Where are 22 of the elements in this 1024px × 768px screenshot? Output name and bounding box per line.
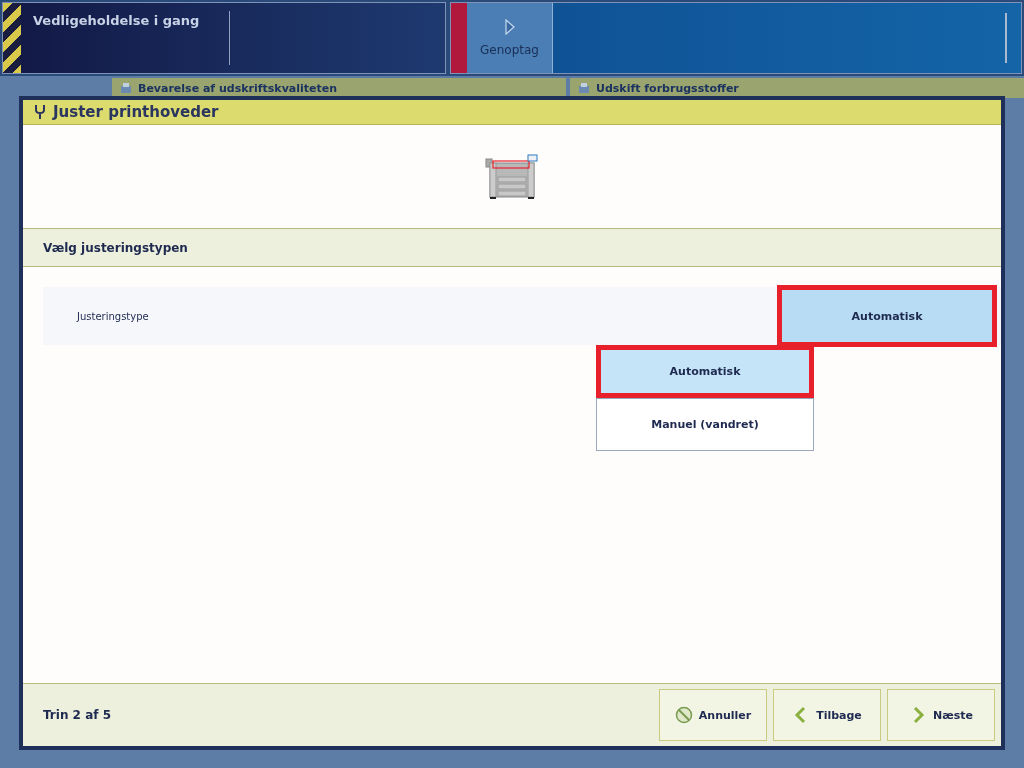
dropdown-option[interactable]: Manuel (vandret) <box>596 398 814 451</box>
back-button[interactable]: Tilbage <box>773 689 881 741</box>
printer-icon <box>578 82 590 94</box>
section-title: Vælg justeringstypen <box>43 240 188 255</box>
tab-label: Udskift forbrugsstoffer <box>596 81 739 95</box>
printer-icon <box>484 152 540 201</box>
status-title: Vedligeholdelse i gang <box>21 11 230 65</box>
setting-label: Justeringstype <box>75 310 149 322</box>
play-icon <box>504 19 515 35</box>
printer-icon <box>120 82 132 94</box>
status-indicator <box>451 3 467 73</box>
warning-stripe <box>3 3 21 73</box>
cancel-icon <box>674 706 693 724</box>
cancel-button[interactable]: Annuller <box>659 689 767 741</box>
next-button[interactable]: Næste <box>887 689 995 741</box>
tab-label: Bevarelse af udskriftskvaliteten <box>138 81 338 95</box>
dropdown-button[interactable]: Automatisk <box>777 285 997 347</box>
step-indicator: Trin 2 af 5 <box>43 708 112 722</box>
background-tab[interactable]: Bevarelse af udskriftskvaliteten <box>112 78 566 98</box>
dialog-title: Juster printhoveder <box>53 103 219 121</box>
dropdown-option[interactable]: Automatisk <box>596 345 814 398</box>
background-tab[interactable]: Udskift forbrugsstoffer <box>570 78 1024 98</box>
